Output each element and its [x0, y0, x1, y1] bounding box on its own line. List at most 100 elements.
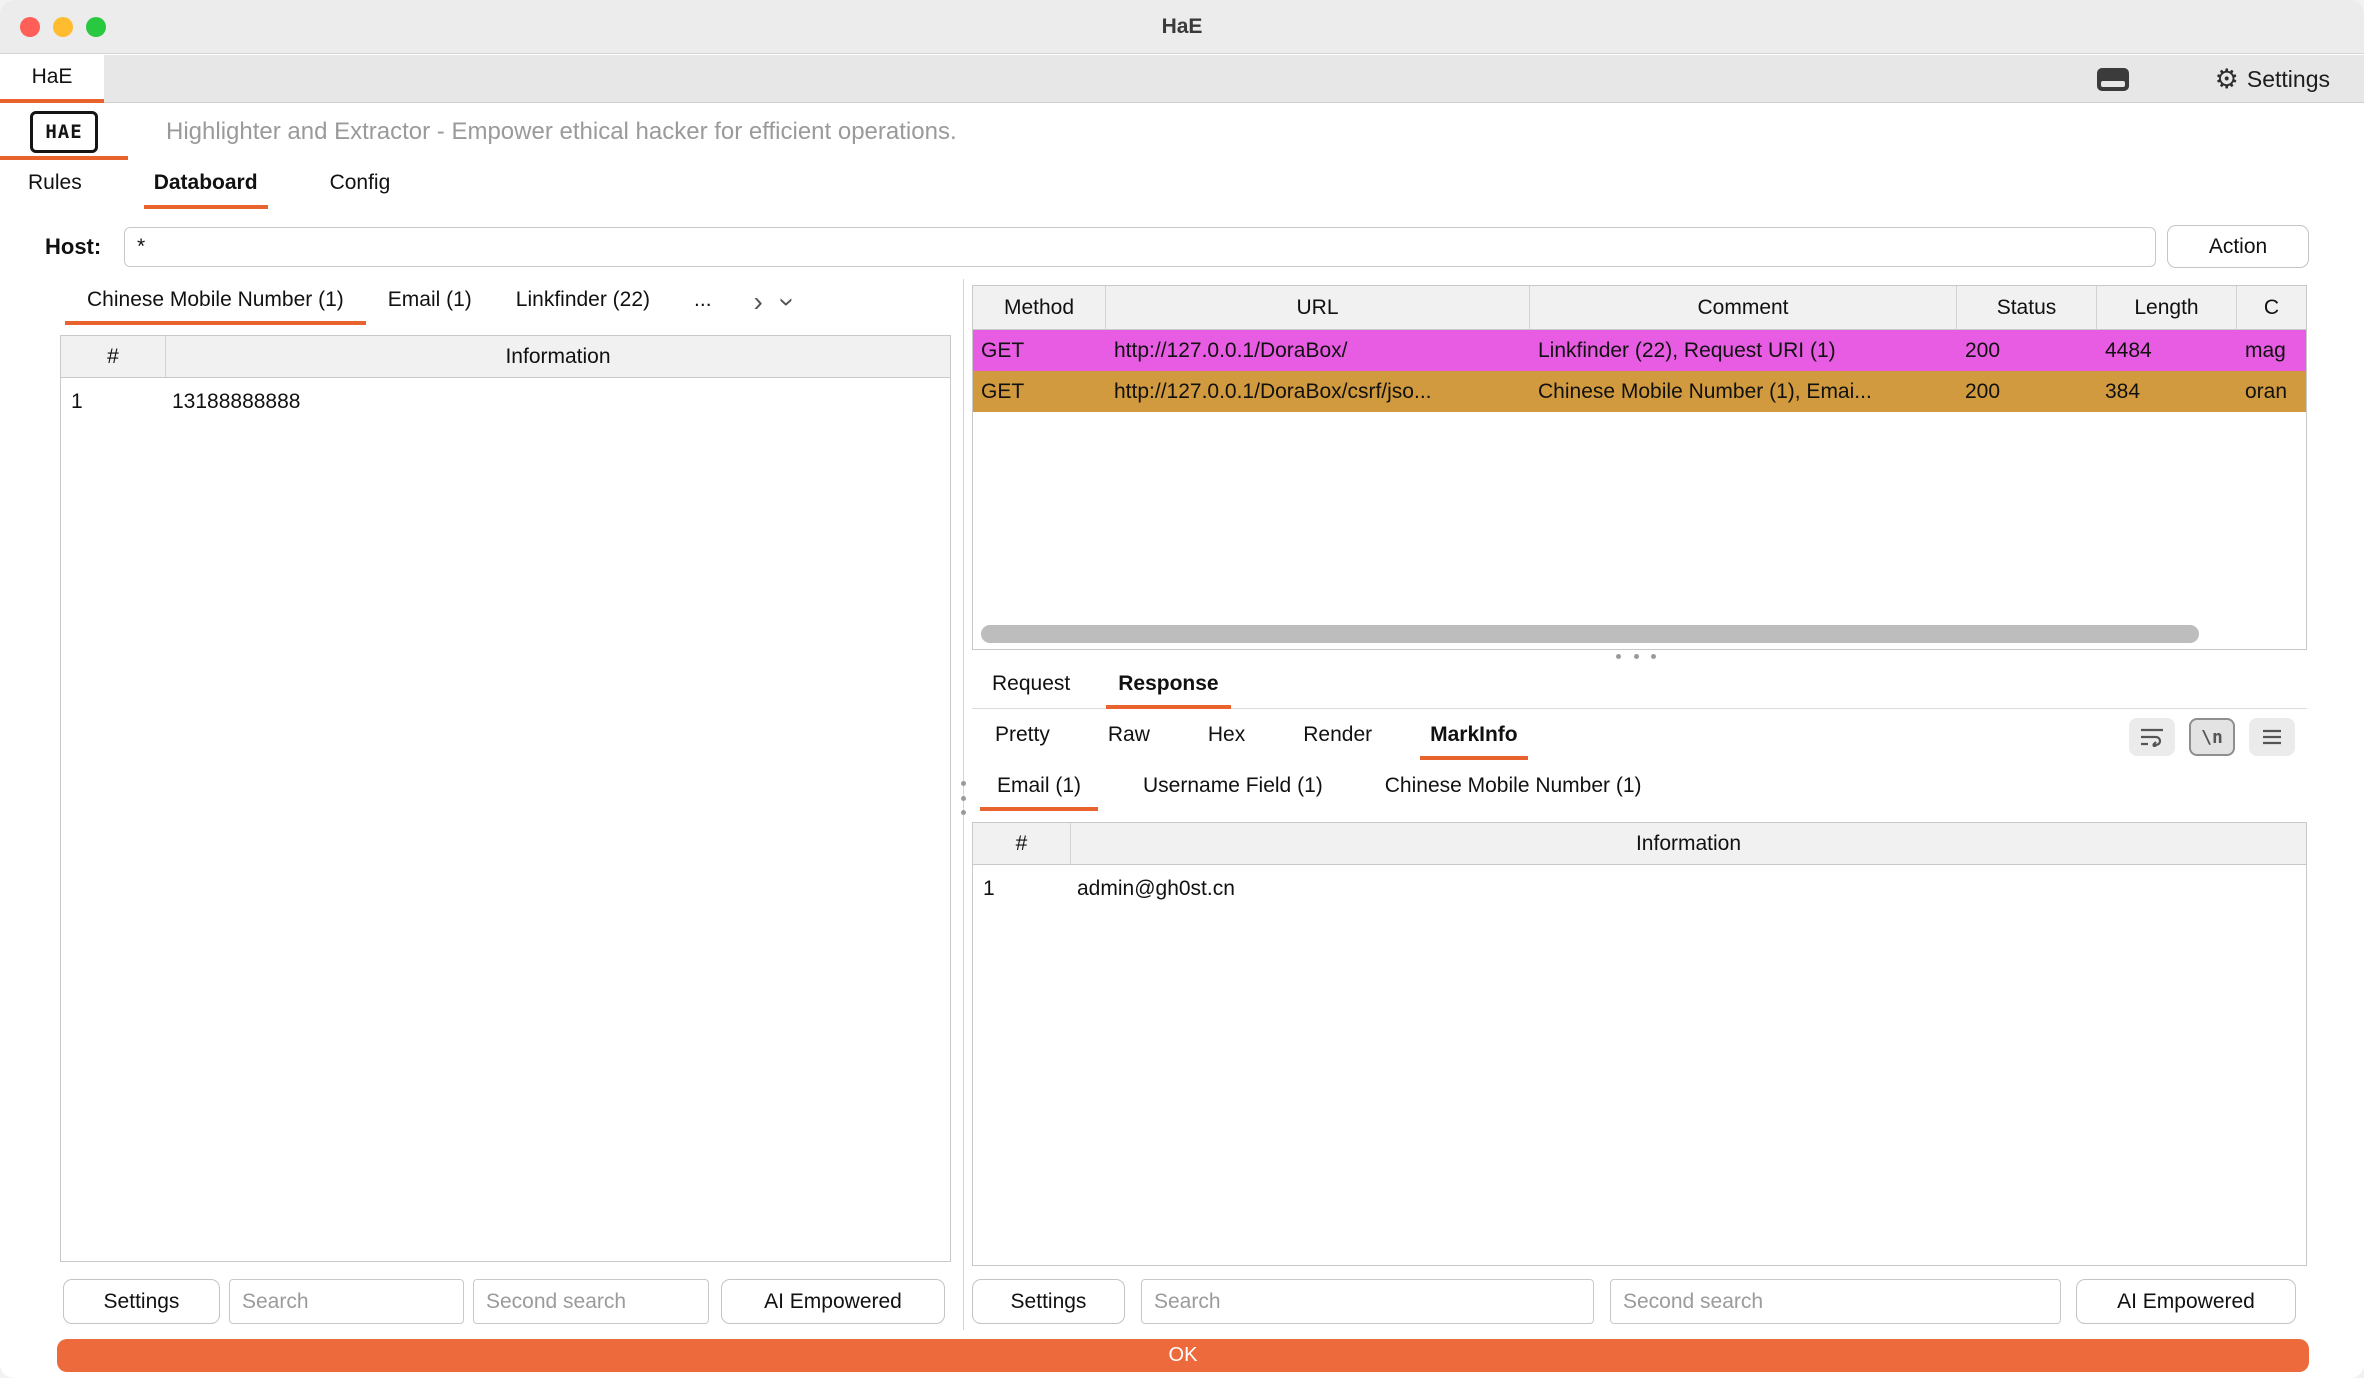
header-row: HAE Highlighter and Extractor - Empower … — [0, 104, 2364, 160]
requests-table: Method URL Comment Status Length C GET h… — [972, 285, 2307, 650]
cell-status: 200 — [1957, 371, 2097, 412]
cell-color: mag — [2237, 330, 2306, 371]
table-row[interactable]: 1 admin@gh0st.cn — [973, 865, 2306, 912]
right-search-input[interactable] — [1141, 1279, 1594, 1324]
word-wrap-glyph — [2139, 727, 2165, 747]
column-header-index[interactable]: # — [61, 336, 166, 377]
chevron-right-icon[interactable]: › — [754, 288, 763, 316]
tab-chinese-mobile-number[interactable]: Chinese Mobile Number (1) — [65, 279, 366, 325]
host-label: Host: — [45, 227, 101, 267]
horizontal-splitter-handle[interactable] — [1616, 653, 1656, 660]
tab-hae[interactable]: HaE — [0, 55, 104, 103]
left-info-table-header: # Information — [61, 336, 950, 378]
column-header-information[interactable]: Information — [166, 336, 950, 377]
cell-index: 1 — [61, 390, 166, 414]
markinfo-table-header: # Information — [973, 823, 2306, 865]
close-window-button[interactable] — [20, 17, 40, 37]
app-subtitle: Highlighter and Extractor - Empower ethi… — [166, 104, 957, 160]
tab-markinfo-username-field[interactable]: Username Field (1) — [1126, 765, 1340, 811]
right-second-search-input[interactable] — [1610, 1279, 2061, 1324]
minimize-window-button[interactable] — [53, 17, 73, 37]
tab-pretty[interactable]: Pretty — [985, 714, 1060, 760]
table-row[interactable]: 1 13188888888 — [61, 378, 950, 425]
cell-status: 200 — [1957, 330, 2097, 371]
column-header-color[interactable]: C — [2237, 286, 2306, 329]
left-search-input[interactable] — [229, 1279, 464, 1324]
host-input[interactable] — [124, 227, 2156, 267]
tab-config[interactable]: Config — [320, 160, 401, 209]
cell-index: 1 — [973, 877, 1071, 901]
column-header-information[interactable]: Information — [1071, 823, 2306, 864]
show-newlines-icon[interactable]: \n — [2189, 718, 2235, 756]
menu-glyph — [2261, 728, 2283, 746]
markinfo-category-tabs: Email (1) Username Field (1) Chinese Mob… — [972, 765, 1687, 811]
action-button[interactable]: Action — [2167, 225, 2309, 268]
editor-toolbar: \n — [2129, 714, 2307, 760]
word-wrap-icon[interactable] — [2129, 718, 2175, 756]
left-info-table: # Information 1 13188888888 — [60, 335, 951, 1262]
request-row[interactable]: GET http://127.0.0.1/DoraBox/csrf/jso...… — [973, 371, 2306, 412]
extension-tabstrip: HaE ⚙ Settings — [0, 55, 2364, 103]
cell-length: 4484 — [2097, 330, 2237, 371]
message-editor-tabs: Request Response — [972, 663, 2307, 709]
cell-length: 384 — [2097, 371, 2237, 412]
tab-raw[interactable]: Raw — [1098, 714, 1160, 760]
chevron-down-icon[interactable]: › — [774, 297, 802, 306]
main-nav-tabs: Rules Databoard Config — [0, 160, 452, 209]
app-window: HaE HaE ⚙ Settings HAE Highlighter and E… — [0, 0, 2364, 1378]
editor-menu-icon[interactable] — [2249, 718, 2295, 756]
cell-method: GET — [973, 330, 1106, 371]
request-row[interactable]: GET http://127.0.0.1/DoraBox/ Linkfinder… — [973, 330, 2306, 371]
right-ai-empowered-button[interactable]: AI Empowered — [2076, 1279, 2296, 1324]
traffic-lights — [20, 17, 106, 37]
window-title: HaE — [0, 0, 2364, 54]
cell-url: http://127.0.0.1/DoraBox/ — [1106, 330, 1530, 371]
tab-databoard[interactable]: Databoard — [144, 160, 268, 209]
databoard-category-tabs: Chinese Mobile Number (1) Email (1) Link… — [65, 279, 792, 325]
tab-linkfinder[interactable]: Linkfinder (22) — [494, 279, 672, 325]
column-header-url[interactable]: URL — [1106, 286, 1530, 329]
column-header-length[interactable]: Length — [2097, 286, 2237, 329]
host-filter-row: Host: Action — [0, 223, 2364, 271]
cell-comment: Linkfinder (22), Request URI (1) — [1530, 330, 1957, 371]
horizontal-scrollbar-thumb[interactable] — [981, 625, 2199, 643]
column-header-comment[interactable]: Comment — [1530, 286, 1957, 329]
column-header-index[interactable]: # — [973, 823, 1071, 864]
cell-method: GET — [973, 371, 1106, 412]
tabstrip-actions: ⚙ Settings — [2097, 55, 2330, 103]
titlebar: HaE — [0, 0, 2364, 54]
hae-logo: HAE — [30, 111, 98, 153]
column-header-status[interactable]: Status — [1957, 286, 2097, 329]
status-bar-ok: OK — [57, 1339, 2309, 1372]
tab-overflow-ellipsis[interactable]: ... — [672, 279, 734, 325]
settings-button[interactable]: ⚙ Settings — [2215, 66, 2330, 93]
response-view-tabs: Pretty Raw Hex Render MarkInfo \n — [972, 714, 2307, 760]
left-ai-empowered-button[interactable]: AI Empowered — [721, 1279, 945, 1324]
settings-label: Settings — [2247, 66, 2330, 93]
tab-hex[interactable]: Hex — [1198, 714, 1255, 760]
tab-rules[interactable]: Rules — [18, 160, 92, 209]
cell-information: 13188888888 — [166, 390, 950, 414]
tab-markinfo-chinese-mobile-number[interactable]: Chinese Mobile Number (1) — [1368, 765, 1659, 811]
tab-email[interactable]: Email (1) — [366, 279, 494, 325]
tab-response[interactable]: Response — [1106, 663, 1230, 709]
right-settings-button[interactable]: Settings — [972, 1279, 1125, 1324]
column-header-method[interactable]: Method — [973, 286, 1106, 329]
left-second-search-input[interactable] — [473, 1279, 709, 1324]
left-settings-button[interactable]: Settings — [63, 1279, 220, 1324]
hae-logo-text: HAE — [45, 121, 82, 143]
markinfo-table: # Information 1 admin@gh0st.cn — [972, 822, 2307, 1266]
requests-table-header: Method URL Comment Status Length C — [973, 286, 2306, 330]
zoom-window-button[interactable] — [86, 17, 106, 37]
vertical-splitter-handle[interactable] — [959, 781, 968, 815]
tab-request[interactable]: Request — [980, 663, 1082, 709]
tab-markinfo-email[interactable]: Email (1) — [980, 765, 1098, 811]
cell-url: http://127.0.0.1/DoraBox/csrf/jso... — [1106, 371, 1530, 412]
cell-color: oran — [2237, 371, 2306, 412]
tab-markinfo[interactable]: MarkInfo — [1420, 714, 1528, 760]
cell-comment: Chinese Mobile Number (1), Emai... — [1530, 371, 1957, 412]
gear-icon: ⚙ — [2215, 66, 2239, 93]
dock-layout-icon[interactable] — [2097, 68, 2129, 91]
cell-information: admin@gh0st.cn — [1071, 877, 2306, 901]
tab-render[interactable]: Render — [1293, 714, 1382, 760]
